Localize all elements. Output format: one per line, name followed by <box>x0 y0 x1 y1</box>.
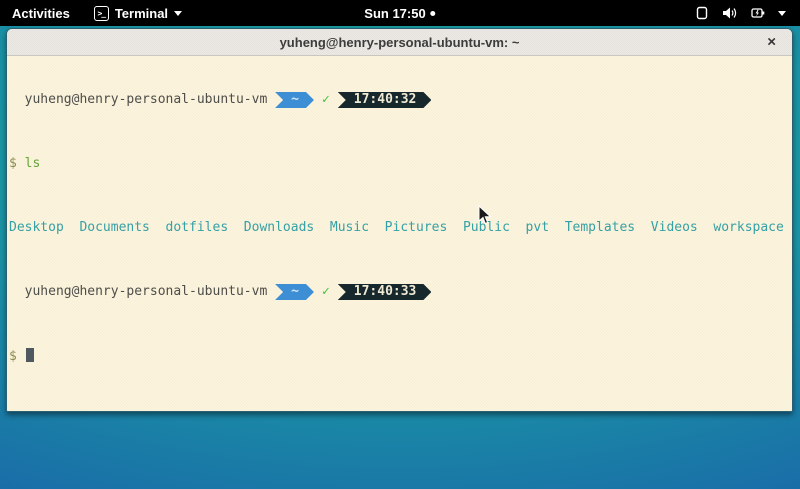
prompt-time-segment: 17:40:33 <box>338 284 432 300</box>
volume-icon <box>722 5 738 21</box>
prompt-line: yuheng@henry-personal-ubuntu-vm ~ ✓ 17:40:… <box>9 92 790 108</box>
chevron-down-icon <box>174 11 182 16</box>
prompt-user-host: yuheng@henry-personal-ubuntu-vm <box>9 92 275 107</box>
command-line: $ <box>9 348 790 364</box>
window-title: yuheng@henry-personal-ubuntu-vm: ~ <box>280 35 520 50</box>
clock-label: Sun 17:50 <box>364 6 425 21</box>
prompt-symbol: $ <box>9 349 17 364</box>
close-icon[interactable]: × <box>763 33 780 52</box>
status-check-icon: ✓ <box>322 92 330 107</box>
display-icon <box>694 5 710 21</box>
system-tray[interactable] <box>680 0 800 26</box>
ls-output: Desktop Documents dotfiles Downloads Mus… <box>9 220 790 236</box>
battery-charging-icon <box>750 5 766 21</box>
command-line: $ ls <box>9 156 790 172</box>
app-menu-terminal[interactable]: Terminal <box>82 0 194 26</box>
activities-button[interactable]: Activities <box>0 0 82 26</box>
notification-dot-icon <box>431 11 436 16</box>
chevron-down-icon <box>778 11 786 16</box>
prompt-time-segment: 17:40:32 <box>338 92 432 108</box>
status-check-icon: ✓ <box>322 284 330 299</box>
prompt-user-host: yuheng@henry-personal-ubuntu-vm <box>9 284 275 299</box>
prompt-symbol: $ <box>9 156 17 171</box>
app-menu-label: Terminal <box>115 6 168 21</box>
prompt-path-segment: ~ <box>275 92 314 108</box>
terminal-cursor <box>26 348 34 362</box>
clock[interactable]: Sun 17:50 <box>356 0 443 26</box>
terminal-icon <box>94 6 109 21</box>
terminal-window: yuheng@henry-personal-ubuntu-vm: ~ × yuh… <box>6 28 793 412</box>
top-bar: Activities Terminal Sun 17:50 <box>0 0 800 26</box>
prompt-line: yuheng@henry-personal-ubuntu-vm ~ ✓ 17:40:… <box>9 284 790 300</box>
prompt-path-segment: ~ <box>275 284 314 300</box>
mouse-cursor-icon <box>478 205 493 231</box>
command-text: ls <box>25 156 41 171</box>
window-titlebar[interactable]: yuheng@henry-personal-ubuntu-vm: ~ × <box>7 29 792 56</box>
desktop-background: Activities Terminal Sun 17:50 <box>0 0 800 489</box>
terminal-content[interactable]: yuheng@henry-personal-ubuntu-vm ~ ✓ 17:40:… <box>7 56 792 411</box>
